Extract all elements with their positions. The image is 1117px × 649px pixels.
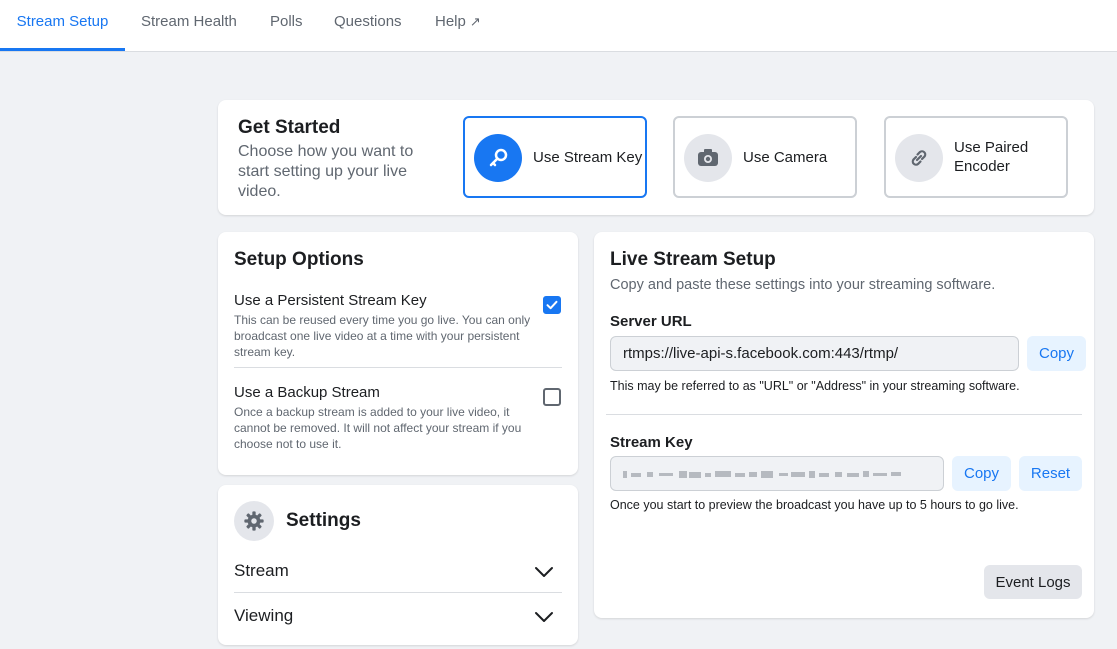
- live-stream-setup-subtitle: Copy and paste these settings into your …: [610, 277, 996, 293]
- setup-options-card: Setup Options Use a Persistent Stream Ke…: [218, 232, 578, 475]
- use-paired-encoder-option[interactable]: Use Paired Encoder: [884, 116, 1068, 198]
- settings-divider: [234, 592, 562, 593]
- external-link-icon: ↗: [469, 14, 481, 29]
- live-stream-setup-card: Live Stream Setup Copy and paste these s…: [594, 232, 1094, 618]
- persistent-stream-key-description: This can be reused every time you go liv…: [234, 313, 531, 359]
- use-camera-label: Use Camera: [743, 148, 828, 166]
- live-setup-divider: [606, 414, 1082, 415]
- tab-stream-setup[interactable]: Stream Setup: [0, 0, 125, 51]
- server-url-label: Server URL: [610, 313, 692, 330]
- tab-questions[interactable]: Questions: [334, 0, 402, 51]
- copy-stream-key-button[interactable]: Copy: [952, 456, 1011, 491]
- setup-options-title: Setup Options: [234, 249, 364, 270]
- key-icon: [474, 134, 522, 182]
- chevron-down-icon: [535, 567, 553, 577]
- backup-stream-description: Once a backup stream is added to your li…: [234, 405, 522, 451]
- link-icon: [895, 134, 943, 182]
- tab-help-label: Help: [435, 13, 466, 30]
- use-stream-key-option[interactable]: Use Stream Key: [463, 116, 647, 198]
- live-stream-setup-title: Live Stream Setup: [610, 249, 776, 270]
- tab-stream-health[interactable]: Stream Health: [141, 0, 237, 51]
- stream-key-label: Stream Key: [610, 434, 693, 451]
- checkmark-icon: [546, 300, 558, 310]
- reset-stream-key-button[interactable]: Reset: [1019, 456, 1082, 491]
- tab-help[interactable]: Help ↗: [435, 0, 481, 51]
- settings-viewing-label: Viewing: [234, 606, 294, 625]
- top-tab-bar: Stream Setup Stream Health Polls Questio…: [0, 0, 1117, 52]
- camera-icon: [684, 134, 732, 182]
- settings-viewing-row[interactable]: Viewing: [234, 600, 562, 636]
- chevron-down-icon: [535, 612, 553, 622]
- get-started-subtitle: Choose how you want to start setting up …: [238, 143, 414, 200]
- get-started-card: Get Started Choose how you want to start…: [218, 100, 1094, 215]
- settings-title: Settings: [286, 510, 361, 531]
- backup-stream-title: Use a Backup Stream: [234, 384, 380, 401]
- stream-key-field[interactable]: [610, 456, 944, 491]
- copy-server-url-button[interactable]: Copy: [1027, 336, 1086, 371]
- use-paired-encoder-label: Use Paired Encoder: [954, 139, 1029, 175]
- server-url-value: rtmps://live-api-s.facebook.com:443/rtmp…: [623, 345, 899, 362]
- stream-key-helper: Once you start to preview the broadcast …: [610, 498, 1019, 512]
- use-camera-option[interactable]: Use Camera: [673, 116, 857, 198]
- settings-card: Settings Stream Viewing: [218, 485, 578, 645]
- settings-stream-label: Stream: [234, 561, 289, 580]
- server-url-field[interactable]: rtmps://live-api-s.facebook.com:443/rtmp…: [610, 336, 1019, 371]
- server-url-helper: This may be referred to as "URL" or "Add…: [610, 379, 1020, 393]
- tab-polls[interactable]: Polls: [270, 0, 303, 51]
- backup-stream-checkbox[interactable]: [543, 388, 561, 406]
- event-logs-button[interactable]: Event Logs: [984, 565, 1082, 599]
- persistent-stream-key-title: Use a Persistent Stream Key: [234, 292, 427, 309]
- use-stream-key-label: Use Stream Key: [533, 148, 643, 166]
- settings-stream-row[interactable]: Stream: [234, 555, 562, 591]
- blurred-stream-key: [623, 470, 901, 478]
- get-started-title: Get Started: [238, 117, 341, 138]
- setup-options-divider: [234, 367, 562, 368]
- gear-icon: [234, 501, 274, 541]
- persistent-stream-key-checkbox[interactable]: [543, 296, 561, 314]
